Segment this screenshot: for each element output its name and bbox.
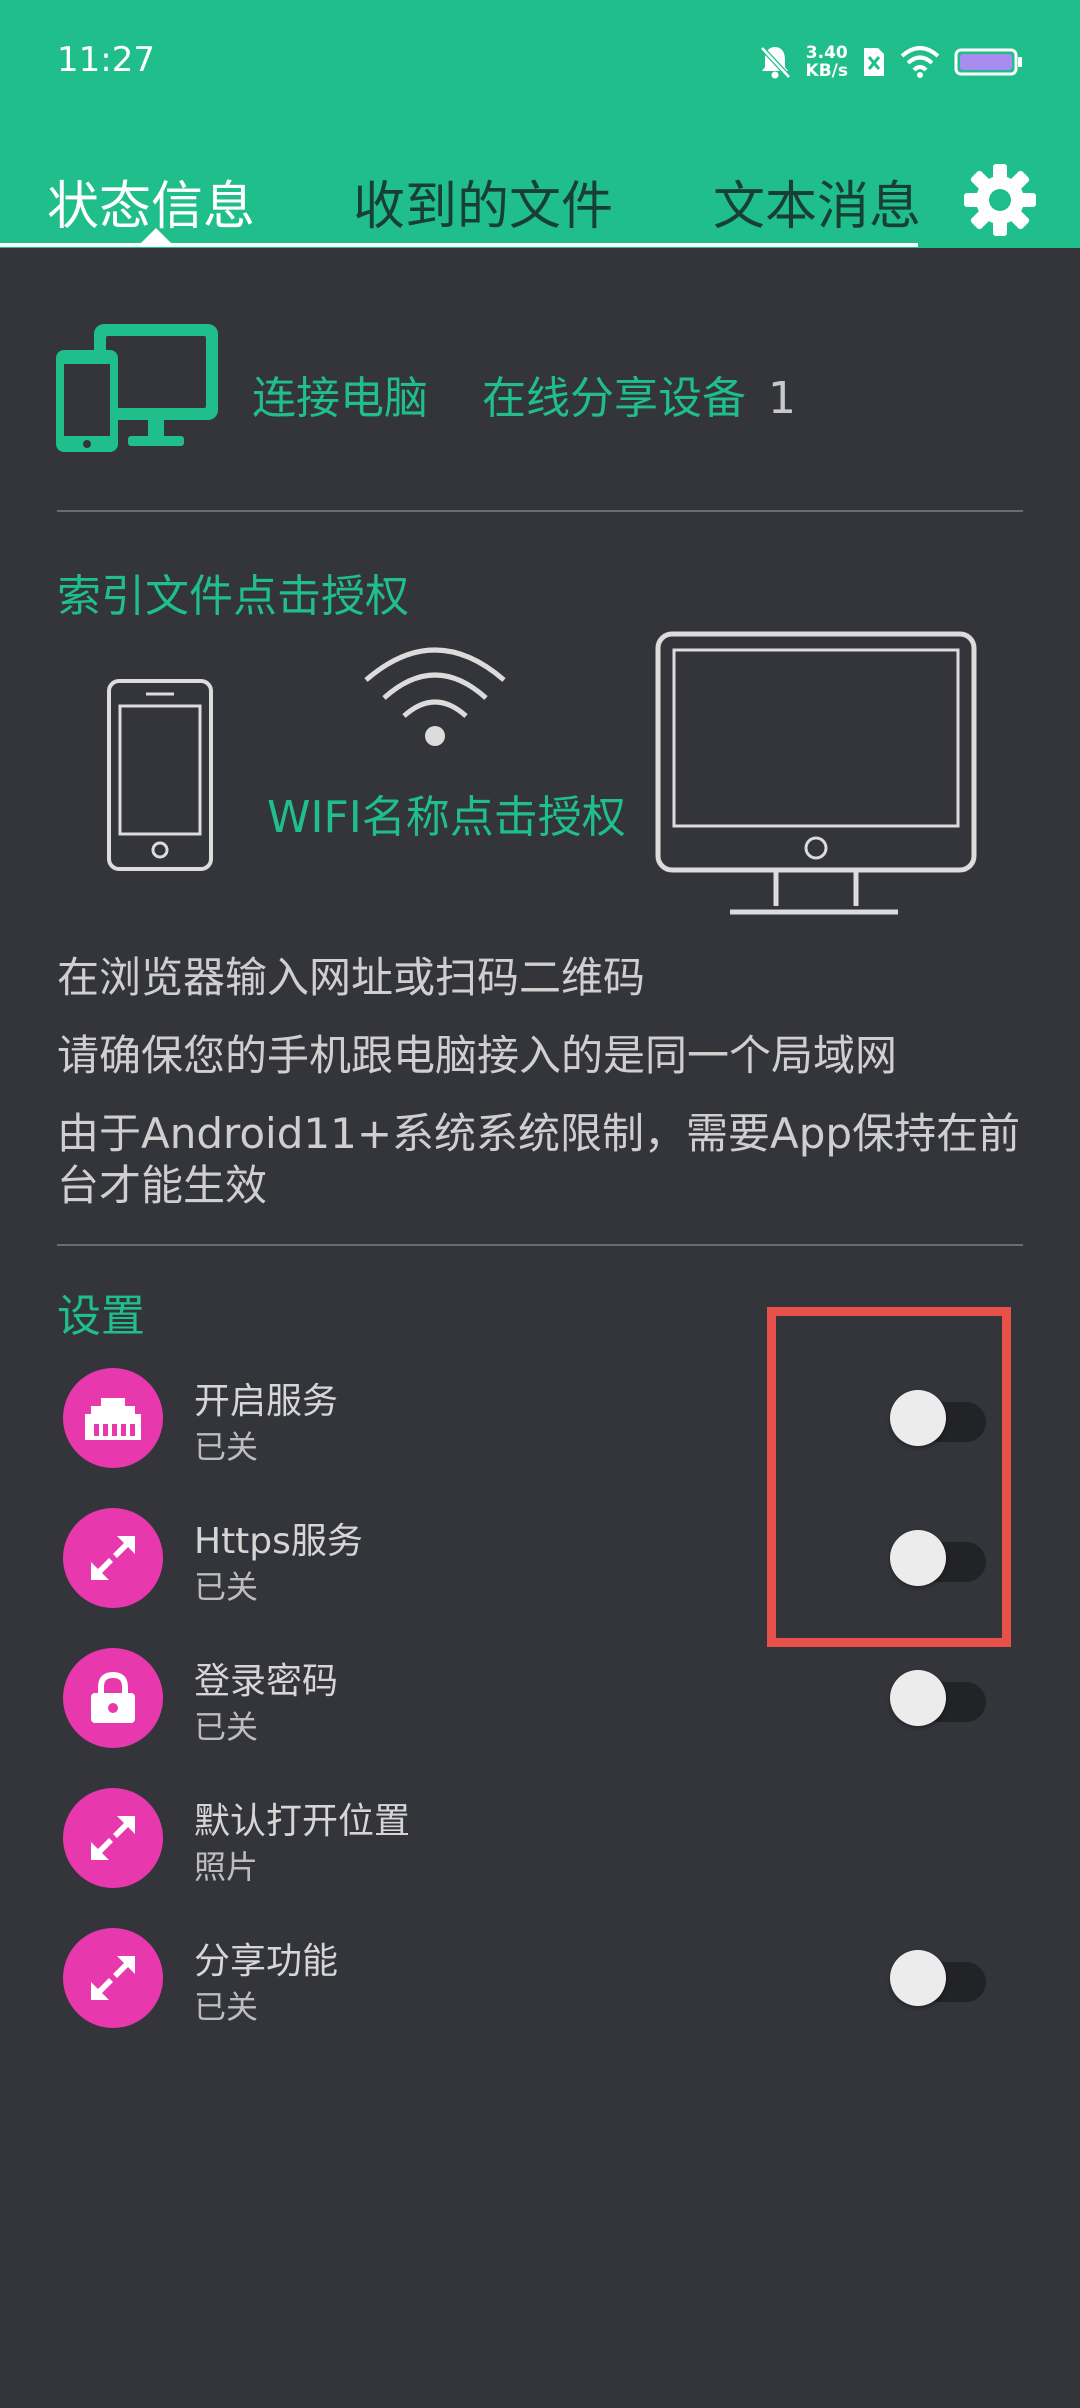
connection-status: 连接电脑 在线分享设备 1 <box>252 362 796 426</box>
expand-arrows-icon <box>91 1536 135 1580</box>
settings-section-title: 设置 <box>57 1291 145 1342</box>
setting-row-https-service[interactable]: Https服务 已关 <box>60 1502 1020 1612</box>
tab-text-messages[interactable]: 文本消息 <box>713 164 921 239</box>
gear-icon[interactable] <box>962 162 1038 238</box>
setting-status: 已关 <box>194 1708 259 1746</box>
setting-status: 照片 <box>194 1848 259 1886</box>
connect-pc-label: 连接电脑 <box>252 373 428 424</box>
net-speed: 3.40 KB/s <box>806 44 848 80</box>
battery-icon <box>954 48 1022 76</box>
bell-muted-icon <box>759 46 791 79</box>
setting-status: 已关 <box>194 1428 259 1466</box>
tab-underline <box>0 243 918 247</box>
status-icons: 3.40 KB/s <box>758 40 1024 84</box>
setting-icon-badge <box>63 1788 163 1888</box>
share-feature-toggle[interactable] <box>890 1950 986 2006</box>
setting-status: 已关 <box>194 1988 259 2026</box>
info-line-android-limit: 由于Android11+系统系统限制，需要App保持在前台才能生效 <box>57 1109 1021 1210</box>
login-password-toggle[interactable] <box>890 1670 986 1726</box>
setting-icon-badge <box>63 1928 163 2028</box>
connection-row[interactable]: 连接电脑 在线分享设备 1 <box>56 320 1026 460</box>
setting-title: 分享功能 <box>194 1941 339 1982</box>
toggle-knob <box>890 1950 946 2006</box>
info-line-same-lan: 请确保您的手机跟电脑接入的是同一个局域网 <box>57 1031 898 1080</box>
toggle-knob <box>890 1390 946 1446</box>
expand-arrows-icon <box>91 1816 135 1860</box>
setting-title: 登录密码 <box>194 1661 339 1702</box>
divider <box>57 510 1023 512</box>
status-bar: 11:27 3.40 KB/s <box>0 0 1080 110</box>
app-header: 11:27 3.40 KB/s 状态信息 收到的文件 文本消息 <box>0 0 1080 248</box>
wifi-icon <box>364 647 506 746</box>
tab-received-files[interactable]: 收到的文件 <box>353 164 613 239</box>
setting-status: 已关 <box>194 1568 259 1606</box>
setting-row-default-location[interactable]: 默认打开位置 照片 <box>60 1782 1020 1892</box>
net-speed-value: 3.40 <box>805 43 848 63</box>
setting-row-start-service[interactable]: 开启服务 已关 <box>60 1362 1020 1472</box>
setting-title: Https服务 <box>194 1521 363 1562</box>
net-speed-unit: KB/s <box>805 61 848 81</box>
setting-title: 开启服务 <box>194 1381 339 1422</box>
monitor-icon <box>655 631 977 915</box>
devices-icon <box>56 324 218 452</box>
lock-icon <box>91 1671 135 1723</box>
https-service-toggle[interactable] <box>890 1530 986 1586</box>
setting-row-share-feature[interactable]: 分享功能 已关 <box>60 1922 1020 2032</box>
phone-icon <box>107 679 213 871</box>
online-devices-count: 1 <box>768 373 796 424</box>
setting-icon-badge <box>63 1648 163 1748</box>
start-service-toggle[interactable] <box>890 1390 986 1446</box>
setting-title: 默认打开位置 <box>194 1801 411 1842</box>
setting-icon-badge <box>63 1508 163 1608</box>
index-files-auth-link[interactable]: 索引文件点击授权 <box>57 560 409 624</box>
sim-disabled-icon <box>864 48 884 76</box>
divider <box>57 1244 1023 1246</box>
expand-arrows-icon <box>91 1956 135 2000</box>
wifi-name-auth-link[interactable]: WIFI名称点击授权 <box>267 792 627 844</box>
status-time: 11:27 <box>57 40 155 80</box>
setting-icon-badge <box>63 1368 163 1468</box>
toggle-knob <box>890 1670 946 1726</box>
active-tab-indicator <box>141 228 171 243</box>
toggle-knob <box>890 1530 946 1586</box>
online-devices-label: 在线分享设备 <box>482 373 746 424</box>
setting-row-login-password[interactable]: 登录密码 已关 <box>60 1642 1020 1752</box>
ethernet-icon <box>85 1398 141 1440</box>
info-line-browser: 在浏览器输入网址或扫码二维码 <box>57 953 646 1002</box>
wifi-status-icon <box>900 46 940 78</box>
